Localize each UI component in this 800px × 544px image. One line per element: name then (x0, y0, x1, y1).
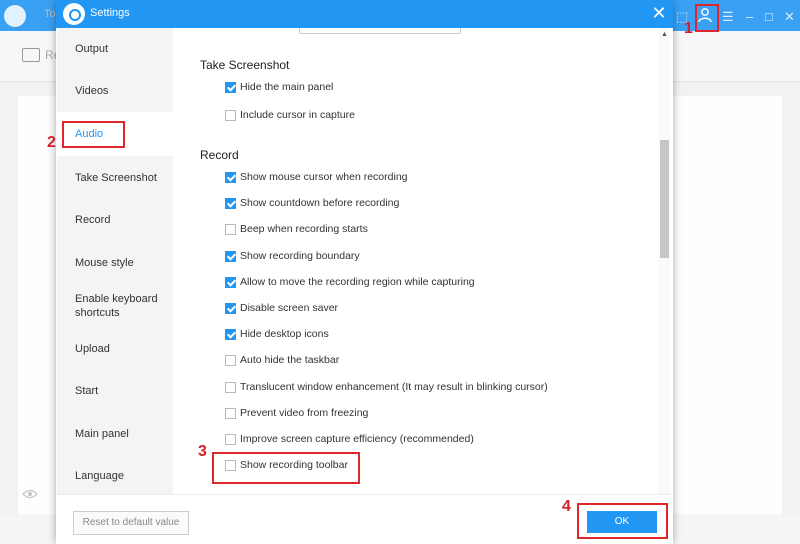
sidebar-item-label: Record (75, 214, 111, 226)
annotation-number: 3 (198, 443, 207, 460)
sidebar-item-videos[interactable]: Videos (57, 70, 173, 112)
checkbox[interactable] (225, 434, 236, 445)
option-label: Improve screen capture efficiency (recom… (240, 433, 474, 445)
camera-icon (22, 48, 40, 62)
dialog-title-bar: Settings ✕ (56, 0, 673, 28)
sidebar-item-label: Output (75, 43, 109, 55)
app-logo-icon (63, 3, 85, 25)
sidebar-item-record[interactable]: Record (57, 198, 173, 240)
option-label: Beep when recording starts (240, 223, 368, 235)
sidebar-item-keyboard-shortcuts[interactable]: Enable keyboard shortcuts (57, 282, 173, 332)
checkbox[interactable] (225, 329, 236, 340)
reset-default-button[interactable]: Reset to default value (73, 511, 189, 535)
annotation-box-recording-toolbar (212, 452, 360, 484)
background-app-logo-icon (4, 5, 26, 27)
sidebar-item-label: Videos (75, 85, 109, 97)
background-close-icon[interactable]: ✕ (784, 9, 795, 25)
option-label: Prevent video from freezing (240, 407, 369, 419)
sidebar-item-label: Main panel (75, 428, 129, 440)
option-label: Show countdown before recording (240, 197, 400, 209)
option-label: Auto hide the taskbar (240, 354, 340, 366)
annotation-number: 2 (47, 134, 56, 151)
option-label: Hide the main panel (240, 81, 334, 93)
checkbox[interactable] (225, 251, 236, 262)
sidebar-item-label: Enable keyboard shortcuts (75, 293, 158, 319)
sidebar-item-main-panel[interactable]: Main panel (57, 414, 173, 456)
sidebar-item-label: Start (75, 385, 99, 397)
scroll-up-arrow-icon[interactable]: ▲ (661, 31, 668, 38)
option-label: Show mouse cursor when recording (240, 171, 408, 183)
sidebar-item-take-screenshot[interactable]: Take Screenshot (57, 156, 173, 198)
dialog-title: Settings (90, 7, 130, 19)
section-title-record: Record (200, 148, 239, 162)
option-label: Allow to move the recording region while… (240, 276, 475, 288)
annotation-box-ok (577, 503, 668, 539)
section-title-screenshot: Take Screenshot (200, 58, 290, 72)
maximize-icon[interactable]: □ (765, 9, 773, 24)
minimize-icon[interactable]: – (746, 9, 753, 24)
checkbox[interactable] (225, 82, 236, 93)
sidebar-item-label: Mouse style (75, 257, 134, 269)
checkbox[interactable] (225, 277, 236, 288)
scrollbar[interactable]: ▲ (658, 28, 670, 494)
eye-icon (22, 487, 38, 502)
checkbox[interactable] (225, 172, 236, 183)
option-label: Show recording boundary (240, 250, 360, 262)
checkbox[interactable] (225, 110, 236, 121)
sidebar-item-output[interactable]: Output (57, 28, 173, 70)
checkbox[interactable] (225, 408, 236, 419)
sidebar-item-language[interactable]: Language (57, 456, 173, 494)
sidebar-item-upload[interactable]: Upload (57, 332, 173, 372)
menu-icon[interactable]: ☰ (722, 9, 734, 25)
option-label: Include cursor in capture (240, 109, 355, 121)
option-label: Hide desktop icons (240, 328, 329, 340)
checkbox[interactable] (225, 382, 236, 393)
annotation-box-audio (62, 121, 125, 148)
annotation-number: 4 (562, 498, 571, 515)
close-icon[interactable]: ✕ (649, 4, 669, 24)
option-label: Disable screen saver (240, 302, 339, 314)
scrollbar-thumb[interactable] (660, 140, 669, 258)
sidebar-item-label: Language (75, 470, 124, 482)
sidebar-item-label: Take Screenshot (75, 172, 157, 184)
settings-sidebar: Output Videos Audio Take Screenshot Reco… (57, 28, 173, 494)
option-label: Translucent window enhancement (It may r… (240, 381, 548, 393)
annotation-box-user-icon (695, 4, 719, 32)
sidebar-item-label: Upload (75, 343, 110, 355)
settings-dialog: Settings ✕ Output Videos Audio Take Scre… (56, 0, 673, 544)
checkbox[interactable] (225, 355, 236, 366)
sidebar-item-start[interactable]: Start (57, 372, 173, 414)
background-title-fragment: To (44, 8, 56, 20)
sidebar-item-mouse-style[interactable]: Mouse style (57, 240, 173, 282)
settings-content: Take Screenshot Hide the main panel Incl… (173, 28, 673, 494)
annotation-number: 1 (684, 20, 693, 37)
checkbox[interactable] (225, 303, 236, 314)
partial-input-field[interactable] (299, 28, 461, 34)
checkbox[interactable] (225, 198, 236, 209)
checkbox[interactable] (225, 224, 236, 235)
